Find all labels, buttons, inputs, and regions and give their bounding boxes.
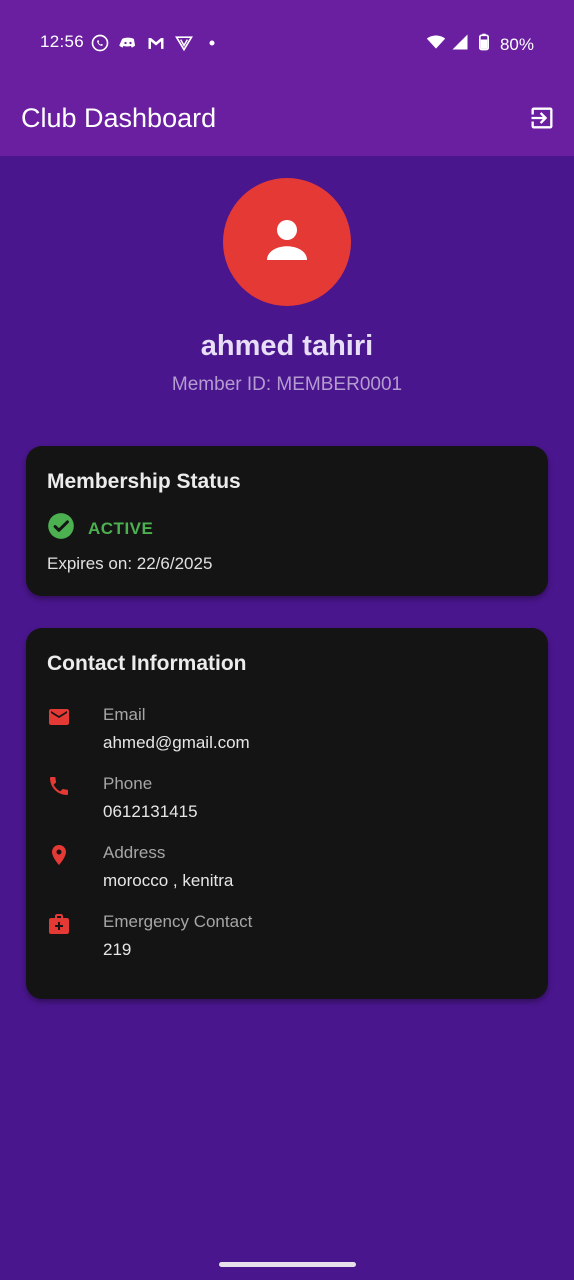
membership-status-title: Membership Status <box>47 470 241 493</box>
gmail-icon <box>146 33 166 58</box>
system-status-icons: 80% <box>426 32 534 57</box>
contact-value: 0612131415 <box>103 802 198 821</box>
battery-percentage: 80% <box>499 34 534 54</box>
wifi-icon <box>426 32 446 57</box>
contact-information-title: Contact Information <box>47 652 247 675</box>
battery-icon <box>474 32 494 57</box>
contact-value: morocco , kenitra <box>103 871 234 890</box>
contact-information-card: Contact Information Email ahmed@gmail.co… <box>26 628 548 999</box>
status-time: 12:56 <box>40 32 85 51</box>
avatar <box>223 178 351 306</box>
app-bar: Club Dashboard <box>0 86 574 156</box>
logout-button[interactable] <box>524 102 560 138</box>
contact-item-phone: Phone 0612131415 <box>47 774 527 834</box>
person-icon <box>257 210 317 275</box>
whatsapp-icon <box>90 33 110 58</box>
status-row: ACTIVE <box>47 512 153 545</box>
member-name: ahmed tahiri <box>200 330 374 362</box>
member-id: Member ID: MEMBER0001 <box>171 374 403 395</box>
check-circle-icon <box>47 512 75 545</box>
contact-label: Email <box>103 705 146 724</box>
signal-icon <box>450 32 470 57</box>
contact-label: Phone <box>103 774 153 793</box>
status-badge: ACTIVE <box>88 518 154 538</box>
expiry-date: Expires on: 22/6/2025 <box>47 554 213 573</box>
contact-item-address: Address morocco , kenitra <box>47 843 527 903</box>
contact-item-email: Email ahmed@gmail.com <box>47 705 527 765</box>
contact-label: Emergency Contact <box>103 912 253 931</box>
membership-status-card: Membership Status ACTIVE Expires on: 22/… <box>26 446 548 596</box>
contact-item-emergency: Emergency Contact 219 <box>47 912 527 972</box>
dot-icon <box>202 33 222 58</box>
vpn-icon <box>174 33 194 58</box>
contact-label: Address <box>103 843 166 862</box>
logout-icon <box>528 104 556 137</box>
notification-icons <box>90 33 222 58</box>
contact-value: 219 <box>103 940 132 959</box>
discord-icon <box>118 33 138 58</box>
status-bar: 12:56 80% <box>0 0 574 86</box>
page-title: Club Dashboard <box>21 103 217 133</box>
home-indicator[interactable] <box>219 1262 356 1267</box>
contact-value: ahmed@gmail.com <box>103 733 250 752</box>
